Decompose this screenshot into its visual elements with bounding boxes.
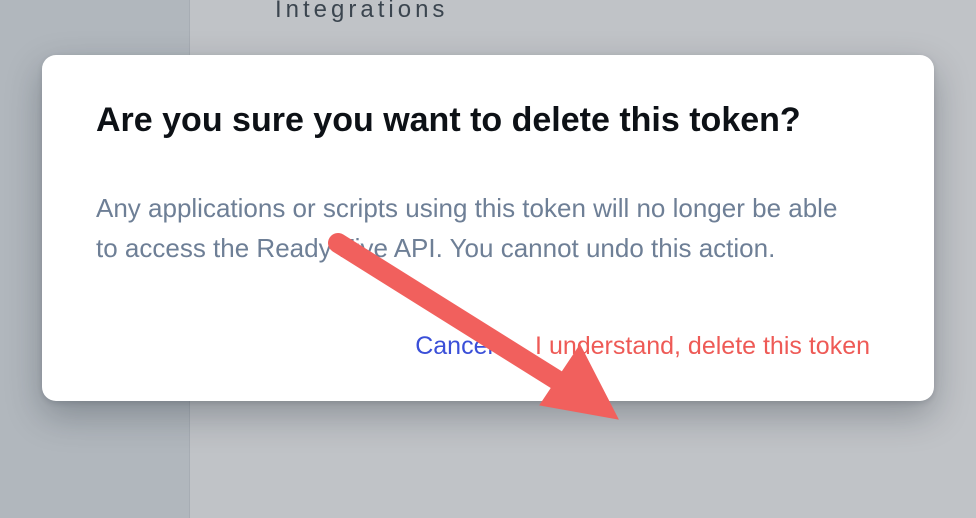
dialog-body-text: Any applications or scripts using this t… <box>96 188 856 269</box>
cancel-button[interactable]: Cancel <box>415 332 493 361</box>
confirm-delete-button[interactable]: I understand, delete this token <box>535 332 870 361</box>
dialog-title: Are you sure you want to delete this tok… <box>96 99 880 142</box>
confirm-delete-dialog: Are you sure you want to delete this tok… <box>42 55 934 401</box>
dialog-actions: Cancel I understand, delete this token <box>96 332 880 361</box>
